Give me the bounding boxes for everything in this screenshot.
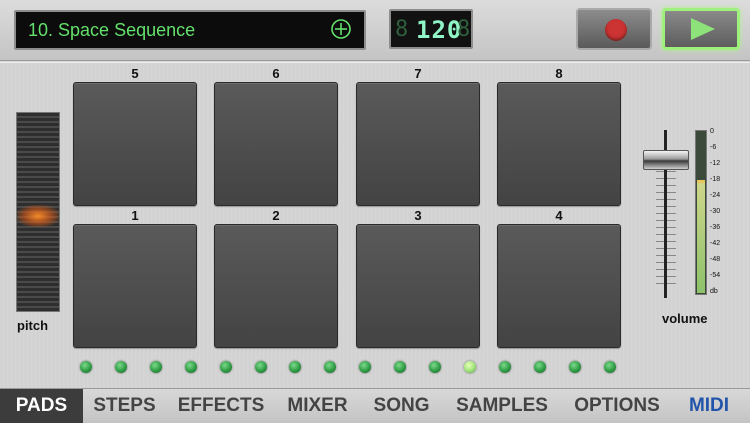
drum-pad[interactable] <box>497 224 621 348</box>
step-led <box>394 361 407 373</box>
drum-pad[interactable] <box>214 82 338 206</box>
drum-pad[interactable] <box>214 224 338 348</box>
db-tick-label: -30 <box>710 208 721 215</box>
step-led <box>498 361 511 373</box>
db-scale: 0 -6 -12 -18 -24 -30 -36 -42 -48 -54 db <box>710 128 736 298</box>
db-tick-label: -42 <box>710 240 721 247</box>
pad-number-label: 2 <box>272 208 280 223</box>
db-tick-label: -48 <box>710 256 721 263</box>
step-led <box>568 361 581 373</box>
tab-samples[interactable]: SAMPLES <box>444 389 560 423</box>
db-tick-label: -36 <box>710 224 721 231</box>
pad-number-label: 4 <box>555 208 563 223</box>
pad-number-label: 3 <box>414 208 422 223</box>
db-tick-label: -18 <box>710 176 721 183</box>
drum-pad[interactable] <box>497 82 621 206</box>
step-led <box>149 361 162 373</box>
step-led <box>533 361 546 373</box>
level-meter-peak <box>697 180 705 184</box>
db-tick-label: db <box>710 288 718 295</box>
record-dot-icon <box>605 19 627 41</box>
db-tick-label: -54 <box>710 272 721 279</box>
tab-effects[interactable]: EFFECTS <box>166 389 276 423</box>
tempo-ghost-digit-left: 8 <box>395 17 409 42</box>
play-triangle-icon <box>691 18 715 40</box>
tempo-value: 120 <box>416 16 463 44</box>
pad-number-label: 1 <box>131 208 139 223</box>
song-selector[interactable]: 10. Space Sequence <box>14 10 366 50</box>
tab-options[interactable]: OPTIONS <box>560 389 674 423</box>
tab-mixer[interactable]: MIXER <box>276 389 359 423</box>
step-led <box>254 361 267 373</box>
drum-pad[interactable] <box>356 224 480 348</box>
level-meter <box>695 130 707 295</box>
bottom-tab-bar: PADS STEPS EFFECTS MIXER SONG SAMPLES OPTIONS M… <box>0 388 750 423</box>
tab-song[interactable]: SONG <box>359 389 444 423</box>
tab-steps[interactable]: STEPS <box>83 389 166 423</box>
level-meter-fill <box>697 182 705 293</box>
drum-pad[interactable] <box>356 82 480 206</box>
top-bar: 10. Space Sequence 8 120 8 <box>0 0 750 61</box>
tab-midi[interactable]: MIDI <box>674 389 744 423</box>
song-title: 10. Space Sequence <box>28 20 196 40</box>
pitch-label: pitch <box>17 318 49 333</box>
step-led <box>114 361 127 373</box>
db-tick-label: -6 <box>710 144 717 151</box>
volume-slider-handle[interactable] <box>643 150 689 171</box>
pad-number-label: 5 <box>131 66 139 81</box>
step-led <box>429 361 441 373</box>
step-led <box>603 361 616 373</box>
step-led <box>463 361 476 373</box>
pitch-position-indicator <box>17 205 59 227</box>
pad-number-label: 7 <box>414 66 422 81</box>
drum-pad[interactable] <box>73 82 197 206</box>
step-led <box>80 361 92 373</box>
tempo-ghost-digit-right: 8 <box>457 17 471 42</box>
pitch-wheel[interactable] <box>16 112 60 312</box>
record-button[interactable] <box>576 8 652 50</box>
step-led <box>184 361 197 373</box>
tab-pads[interactable]: PADS <box>0 389 83 423</box>
pad-number-label: 6 <box>272 66 280 81</box>
drum-pad[interactable] <box>73 224 197 348</box>
plus-circle-icon[interactable] <box>330 18 352 40</box>
db-tick-label: -12 <box>710 160 721 167</box>
pad-number-label: 8 <box>555 66 563 81</box>
volume-label: volume <box>662 311 708 326</box>
db-tick-label: -24 <box>710 192 721 199</box>
db-tick-label: 0 <box>710 128 714 135</box>
step-led <box>219 361 232 373</box>
tempo-display[interactable]: 8 120 8 <box>389 9 473 49</box>
play-button[interactable] <box>662 8 740 50</box>
